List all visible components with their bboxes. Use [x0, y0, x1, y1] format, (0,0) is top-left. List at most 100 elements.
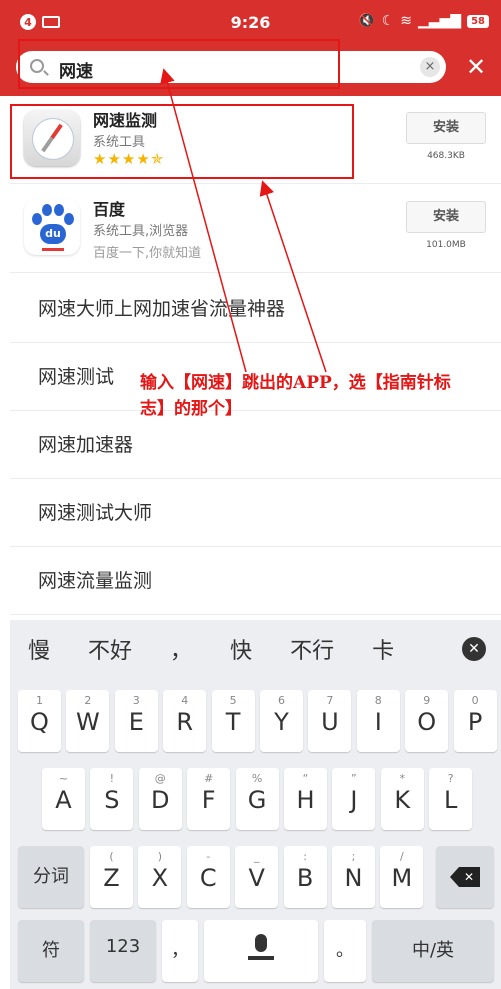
suggestion-item[interactable]: 网速测试大师: [10, 479, 501, 547]
suggestion-list: 网速大师上网加速省流量神器 网速测试 网速加速器 网速测试大师 网速流量监测: [10, 275, 501, 615]
key-secondary-label: #: [204, 772, 214, 785]
key-secondary-label: 8: [374, 694, 382, 707]
key-b[interactable]: :B: [283, 846, 327, 908]
key-primary-label: M: [391, 864, 413, 892]
numeric-key[interactable]: 123: [90, 920, 156, 982]
app-size: 468.3KB: [427, 151, 465, 161]
app-slogan: 百度一下,你就知道: [93, 246, 202, 261]
search-header: 4 9:26 🔇 ☾ ≋ ▁▃▅▇ 58 网速 × ✕: [0, 0, 501, 96]
key-secondary-label: -: [206, 850, 211, 863]
candidate-word[interactable]: 慢: [28, 633, 50, 665]
mute-icon: 🔇: [358, 13, 376, 29]
key-primary-label: W: [76, 708, 100, 736]
key-i[interactable]: 8I: [356, 690, 400, 752]
key-secondary-label: _: [253, 850, 260, 863]
clear-search-icon[interactable]: ×: [420, 57, 440, 77]
suggestion-item[interactable]: 网速流量监测: [10, 547, 501, 615]
symbol-key[interactable]: 符: [18, 920, 84, 982]
key-f[interactable]: # F: [187, 768, 231, 830]
space-voice-key[interactable]: [204, 920, 318, 982]
comma-key[interactable]: ，: [162, 920, 198, 982]
key-secondary-label: 0: [471, 694, 479, 707]
key-w[interactable]: 2W: [66, 690, 110, 752]
baidu-paw-icon: du: [24, 199, 80, 255]
key-secondary-label: !: [109, 772, 115, 785]
key-secondary-label: %: [251, 772, 263, 785]
key-secondary-label: *: [399, 772, 406, 785]
key-primary-label: N: [344, 864, 363, 892]
app-size: 101.0MB: [426, 240, 466, 250]
candidate-word[interactable]: 卡: [372, 633, 394, 665]
close-search-icon[interactable]: ✕: [466, 53, 486, 81]
install-button[interactable]: 安装: [406, 112, 486, 144]
key-s[interactable]: ! S: [90, 768, 134, 830]
close-candidates-icon[interactable]: ✕: [462, 637, 486, 661]
key-primary-label: S: [104, 786, 120, 814]
candidate-word[interactable]: ，: [170, 633, 192, 665]
language-switch-key[interactable]: 中/英: [372, 920, 494, 982]
install-button[interactable]: 安装: [406, 201, 486, 233]
segment-key[interactable]: 分词: [18, 846, 84, 908]
key-o[interactable]: 9O: [405, 690, 449, 752]
key-h[interactable]: “H: [284, 768, 327, 830]
app-category: 系统工具: [93, 135, 146, 150]
key-primary-label: E: [128, 708, 144, 736]
key-m[interactable]: / M: [380, 846, 424, 908]
key-x[interactable]: ) X: [138, 846, 182, 908]
app-category: 系统工具,浏览器: [93, 224, 189, 239]
candidate-word[interactable]: 不好: [88, 633, 132, 665]
rating-stars: ★★★★✯: [93, 150, 165, 168]
key-q[interactable]: 1Q: [18, 690, 61, 752]
backspace-icon: ✕: [450, 867, 480, 887]
candidate-bar: 慢 不好 ， 快 不行 卡 ✕: [10, 620, 501, 678]
key-secondary-label: /: [400, 850, 404, 863]
suggestion-item[interactable]: 网速大师上网加速省流量神器: [10, 275, 501, 343]
key-u[interactable]: 7U: [308, 690, 352, 752]
key-c[interactable]: -C: [186, 846, 230, 908]
moon-icon: ☾: [381, 13, 395, 29]
key-v[interactable]: _ V: [235, 846, 279, 908]
key-primary-label: Y: [274, 708, 289, 736]
key-secondary-label: ~: [58, 772, 69, 785]
search-input[interactable]: 网速 ×: [16, 51, 446, 83]
key-j[interactable]: ” J: [332, 768, 376, 830]
key-primary-label: X: [151, 864, 169, 892]
key-primary-label: Z: [103, 864, 120, 892]
candidate-word[interactable]: 不行: [290, 633, 334, 665]
key-secondary-label: 1: [36, 694, 43, 707]
key-secondary-label: ): [157, 850, 163, 863]
key-secondary-label: 3: [132, 694, 140, 707]
key-r[interactable]: 4R: [163, 690, 207, 752]
annotation-text: 输入【网速】跳出的APP，选【指南针标志】的那个】: [140, 373, 451, 419]
key-l[interactable]: ? L: [429, 768, 473, 830]
app-result-baidu[interactable]: du 百度 系统工具,浏览器 百度一下,你就知道 安装 101.0MB: [10, 185, 501, 273]
key-secondary-label: 2: [84, 694, 92, 707]
backspace-key[interactable]: ✕: [436, 846, 494, 908]
key-t[interactable]: 5T: [211, 690, 255, 752]
app-name: 网速监测: [93, 111, 158, 130]
key-secondary-label: @: [154, 772, 166, 785]
key-k[interactable]: * K: [380, 768, 424, 830]
key-g[interactable]: % G: [235, 768, 279, 830]
key-n[interactable]: ; N: [332, 846, 375, 908]
key-primary-label: U: [321, 708, 339, 736]
key-y[interactable]: 6Y: [260, 690, 303, 752]
key-primary-label: B: [296, 864, 314, 892]
key-d[interactable]: @ D: [138, 768, 182, 830]
period-key[interactable]: 。: [324, 920, 366, 982]
key-primary-label: T: [225, 708, 241, 736]
key-primary-label: D: [151, 786, 170, 814]
candidate-word[interactable]: 快: [230, 633, 252, 665]
key-a[interactable]: ~ A: [42, 768, 85, 830]
soft-keyboard: 慢 不好 ， 快 不行 卡 ✕ 1 Q 2 W 3 E 4 R 5 T 6 Y 7 U 8 I 9 O 0 P ~ A! S…: [10, 620, 501, 989]
key-secondary-label: 5: [229, 694, 237, 707]
key-p[interactable]: 0P: [453, 690, 497, 752]
wifi-icon: ≋: [400, 13, 412, 29]
battery-icon: 58: [467, 14, 489, 28]
search-icon: [30, 59, 44, 73]
key-primary-label: L: [444, 786, 458, 814]
key-e[interactable]: 3E: [114, 690, 158, 752]
key-z[interactable]: (Z: [90, 846, 133, 908]
key-primary-label: I: [374, 708, 382, 736]
app-result-wangsu[interactable]: 网速监测 系统工具 ★★★★✯ 安装 468.3KB: [10, 96, 501, 184]
